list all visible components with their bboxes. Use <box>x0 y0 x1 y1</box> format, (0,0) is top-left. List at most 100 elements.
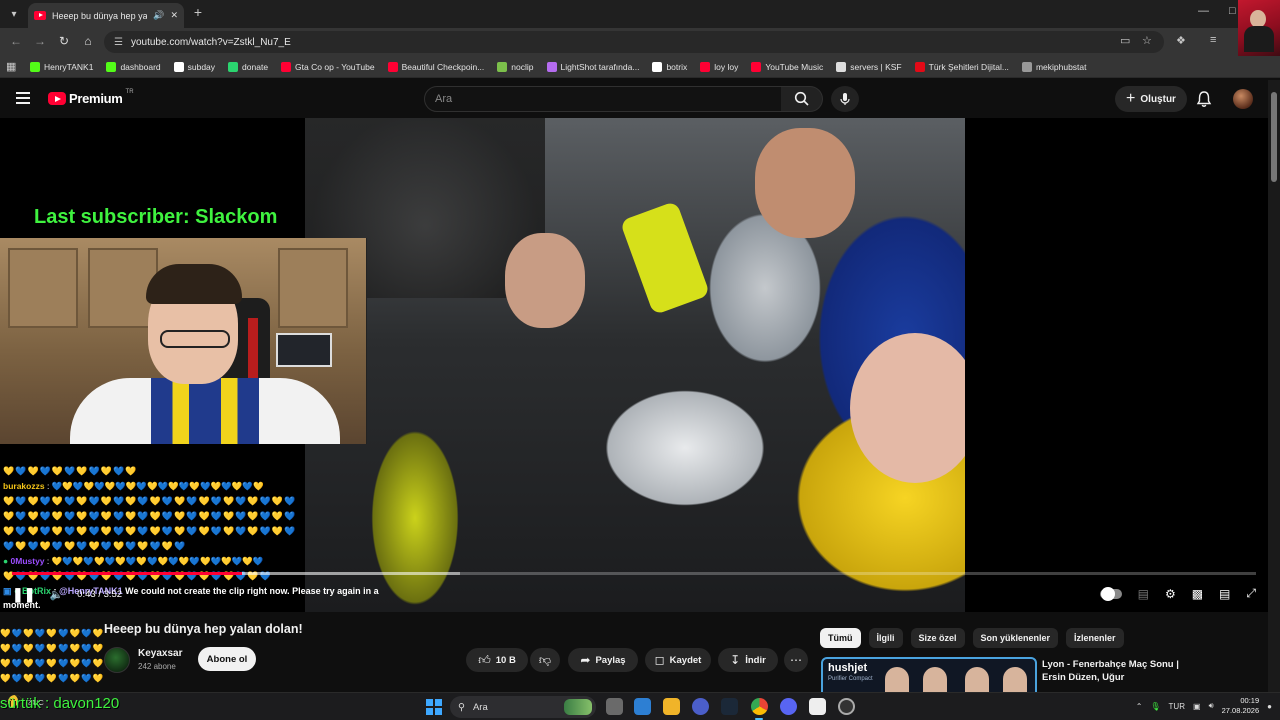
bookmark-item[interactable]: donate <box>228 61 268 72</box>
app-icon[interactable] <box>838 698 855 715</box>
clock-date: 27.08.2026 <box>1221 706 1260 715</box>
subscribe-button[interactable]: Abone ol <box>198 647 256 671</box>
windows-start-icon[interactable] <box>426 699 442 715</box>
reading-list-icon[interactable]: ≡ <box>1210 34 1216 46</box>
autoplay-toggle[interactable] <box>1099 586 1122 601</box>
apps-grid-icon[interactable]: ▦ <box>6 60 30 73</box>
extensions-icon[interactable]: ❖ <box>1176 34 1186 47</box>
recommended-video-thumbnail[interactable]: hushjet Purifier Compact <box>821 657 1037 697</box>
recommended-video-title[interactable]: Lyon - Fenerbahçe Maç Sonu | Ersin Düzen… <box>1042 658 1192 684</box>
subtitles-icon[interactable]: ▤ <box>1138 587 1149 601</box>
discord-icon[interactable] <box>780 698 797 715</box>
bookmark-item[interactable]: Beautiful Checkpoin... <box>387 61 484 72</box>
bookmark-item[interactable]: LightShot tarafında... <box>546 61 639 72</box>
account-avatar[interactable] <box>1233 89 1253 109</box>
bookmark-item[interactable]: Gta Co op - YouTube <box>281 61 375 72</box>
notifications-icon[interactable] <box>1196 90 1212 113</box>
miniplayer-icon[interactable]: ▩ <box>1192 587 1203 601</box>
dislike-button[interactable]: 👎︎ <box>530 648 560 672</box>
tray-chevron-icon[interactable]: ⌃ <box>1136 702 1143 711</box>
address-bar[interactable]: ☰ youtube.com/watch?v=Zstkl_Nu7_E <box>104 31 1164 53</box>
webcam-overlay <box>0 238 367 444</box>
bookmark-favicon-icon <box>106 61 117 72</box>
home-icon[interactable]: ⌂ <box>80 34 96 48</box>
search-input[interactable] <box>425 87 781 111</box>
bookmark-item[interactable]: dashboard <box>106 61 161 72</box>
new-tab-button[interactable]: + <box>188 4 208 20</box>
channel-name[interactable]: Keyaxsar <box>138 648 182 659</box>
save-button[interactable]: ◻ Kaydet <box>645 648 711 672</box>
app-icon[interactable] <box>809 698 826 715</box>
scrollbar-thumb[interactable] <box>1271 92 1277 182</box>
chip-for-you[interactable]: Size özel <box>910 628 965 648</box>
tab-close-icon[interactable]: ✕ <box>170 10 178 21</box>
like-button[interactable]: 👍︎ 10 B <box>466 648 528 672</box>
channel-avatar[interactable] <box>104 647 130 673</box>
chip-watched[interactable]: İzlenenler <box>1066 628 1124 648</box>
notification-icon[interactable]: ● <box>1267 702 1272 711</box>
back-icon[interactable]: ← <box>8 34 24 48</box>
search-button[interactable] <box>781 86 823 112</box>
bookmark-item[interactable]: subday <box>173 61 215 72</box>
tab-audio-icon[interactable]: 🔊 <box>153 10 164 21</box>
calculator-icon[interactable] <box>634 698 651 715</box>
settings-gear-icon[interactable]: ⚙ <box>1165 587 1176 601</box>
video-player[interactable]: Last subscriber: Slackom 💛💙💛💙💛💙💛💙💛💙💛 bur… <box>0 118 1268 612</box>
chip-all[interactable]: Tümü <box>820 628 861 648</box>
volume-tray-icon[interactable]: 🔊︎ <box>1209 701 1214 711</box>
bookmark-item[interactable]: loy loy <box>700 61 738 72</box>
maximize-icon[interactable]: □ <box>1229 5 1236 17</box>
more-icon: ⋯ <box>790 653 802 667</box>
bookmark-item[interactable]: mekiphubstat <box>1021 61 1087 72</box>
minimize-icon[interactable]: — <box>1198 5 1209 17</box>
microphone-tray-icon[interactable]: 🎙︎ <box>1150 702 1160 711</box>
clock[interactable]: 00:19 27.08.2026 <box>1222 696 1260 716</box>
bookmark-star-icon[interactable]: ☆ <box>1142 34 1152 47</box>
fullscreen-icon[interactable]: ⤢ <box>1246 586 1256 601</box>
stream-overlay-username: sürtük : davon120 <box>0 695 120 712</box>
chat-emotes: 💙💛💙💛💙💛💙💛💙💛💙💛💙💛💙 <box>3 541 187 551</box>
chrome-icon[interactable] <box>751 698 768 715</box>
streamer-hair <box>146 264 242 304</box>
chip-recent[interactable]: Son yüklenenler <box>972 628 1059 648</box>
bookmark-item[interactable]: YouTube Music <box>751 61 823 72</box>
menu-icon[interactable] <box>16 92 30 104</box>
overlay-body <box>1244 26 1274 52</box>
tab-search-icon[interactable]: ▾ <box>4 4 24 24</box>
cast-icon[interactable]: ▤ <box>1219 587 1230 601</box>
voice-search-button[interactable] <box>831 86 859 112</box>
file-explorer-icon[interactable] <box>663 698 680 715</box>
taskbar-search[interactable]: ⚲ Ara <box>450 696 596 718</box>
page-scrollbar[interactable] <box>1268 80 1280 692</box>
bookmark-item[interactable]: HenryTANK1 <box>30 61 93 72</box>
share-button[interactable]: ➦ Paylaş <box>568 648 638 672</box>
youtube-logo[interactable]: Premium TR <box>48 88 134 106</box>
search-highlight-image <box>564 699 592 715</box>
app-icon[interactable] <box>692 698 709 715</box>
site-info-icon[interactable]: ☰ <box>114 37 123 48</box>
volume-icon[interactable]: 🔈 <box>49 588 63 601</box>
bookmark-item[interactable]: servers | KSF <box>836 61 902 72</box>
language-indicator[interactable]: TUR <box>1169 702 1185 711</box>
reload-icon[interactable]: ↻ <box>56 34 72 48</box>
network-icon[interactable]: ▣ <box>1193 702 1201 711</box>
bookmark-item[interactable]: Türk Şehitleri Dijital... <box>914 61 1009 72</box>
tab-youtube[interactable]: Heeep bu dünya hep yalan 🔊 ✕ <box>28 3 184 28</box>
download-button[interactable]: ↧ İndir <box>718 648 778 672</box>
pause-icon[interactable]: ❚❚ <box>12 586 35 603</box>
install-app-icon[interactable]: ▭ <box>1120 34 1130 47</box>
search-icon <box>794 91 809 106</box>
bookmark-favicon-icon <box>173 61 184 72</box>
logo-region: TR <box>125 88 134 95</box>
task-view-icon[interactable] <box>606 698 623 715</box>
progress-bar[interactable] <box>12 572 1256 575</box>
steam-icon[interactable] <box>721 698 738 715</box>
chip-related[interactable]: İlgili <box>868 628 903 648</box>
create-button[interactable]: + Oluştur <box>1115 86 1187 112</box>
chat-message: ● 0Mustyy : 💛💙💛💙💛💙💛💙💛💙💛💙💛💙💛💙💛💙💛💙 <box>3 556 264 566</box>
forward-icon[interactable]: → <box>32 34 48 48</box>
bookmark-favicon-icon <box>387 61 398 72</box>
more-actions-button[interactable]: ⋯ <box>784 648 808 672</box>
bookmark-item[interactable]: noclip <box>497 61 534 72</box>
bookmark-item[interactable]: botrix <box>652 61 687 72</box>
